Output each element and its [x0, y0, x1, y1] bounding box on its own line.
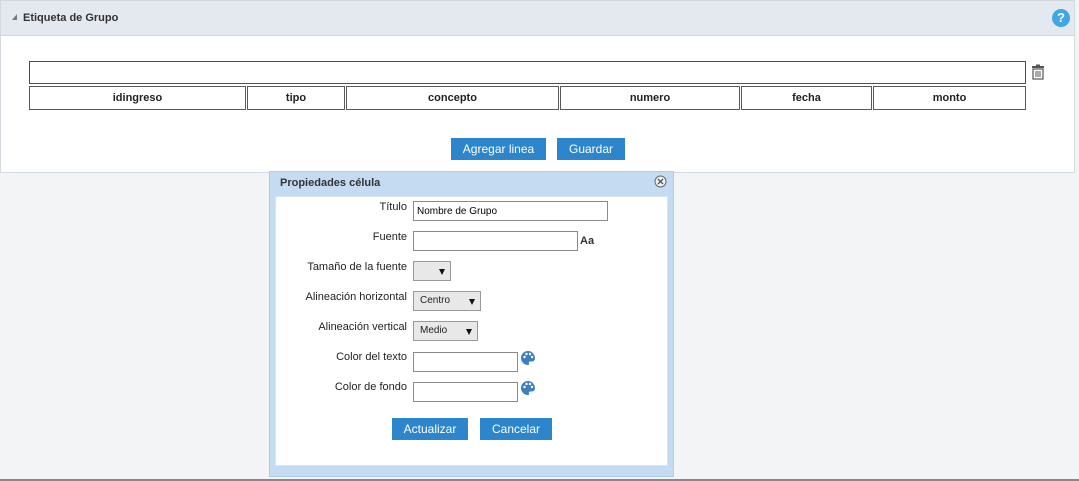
- titulo-input[interactable]: [413, 201, 608, 221]
- save-button[interactable]: Guardar: [557, 138, 625, 160]
- close-icon[interactable]: [654, 175, 667, 188]
- fuente-label: Fuente: [372, 231, 407, 243]
- column-header-numero[interactable]: numero: [560, 86, 740, 110]
- color-fondo-label: Color de fondo: [334, 381, 407, 393]
- dialog-body: Título Fuente Aa Tamaño de la fuente Ali…: [275, 196, 668, 466]
- alin-h-select[interactable]: Centro: [413, 291, 481, 311]
- color-fondo-input[interactable]: [413, 382, 518, 402]
- cell-properties-dialog: Propiedades célula Título Fuente Aa Tama…: [269, 171, 674, 477]
- fuente-input[interactable]: [413, 231, 578, 251]
- column-header-fecha[interactable]: fecha: [741, 86, 872, 110]
- panel-title: Etiqueta de Grupo: [23, 12, 119, 24]
- color-texto-label: Color del texto: [336, 351, 407, 363]
- chevron-down-icon: [466, 329, 472, 335]
- palette-icon[interactable]: [520, 380, 536, 396]
- panel-header: Etiqueta de Grupo ?: [1, 1, 1074, 36]
- cancel-button[interactable]: Cancelar: [480, 418, 552, 440]
- alin-v-label: Alineación vertical: [318, 321, 407, 333]
- dialog-title: Propiedades célula: [280, 177, 381, 189]
- font-icon[interactable]: Aa: [580, 235, 594, 247]
- add-line-button[interactable]: Agregar linea: [451, 138, 546, 160]
- color-texto-input[interactable]: [413, 352, 518, 372]
- chevron-down-icon: [469, 299, 475, 305]
- palette-icon[interactable]: [520, 350, 536, 366]
- trash-icon[interactable]: [1030, 64, 1046, 80]
- alin-h-label: Alineación horizontal: [305, 291, 407, 303]
- column-header-monto[interactable]: monto: [873, 86, 1026, 110]
- update-button[interactable]: Actualizar: [392, 418, 468, 440]
- column-header-idingreso[interactable]: idingreso: [29, 86, 246, 110]
- titulo-label: Título: [379, 201, 407, 213]
- tamano-select[interactable]: [413, 261, 451, 281]
- chevron-down-icon: [439, 269, 445, 275]
- group-label-panel: Etiqueta de Grupo ? idingreso tipo conce…: [0, 0, 1075, 173]
- group-title-input[interactable]: [29, 61, 1026, 84]
- column-header-concepto[interactable]: concepto: [346, 86, 559, 110]
- help-icon[interactable]: ?: [1052, 9, 1070, 27]
- column-header-tipo[interactable]: tipo: [247, 86, 345, 110]
- alin-v-select[interactable]: Medio: [413, 321, 478, 341]
- tamano-label: Tamaño de la fuente: [307, 261, 407, 273]
